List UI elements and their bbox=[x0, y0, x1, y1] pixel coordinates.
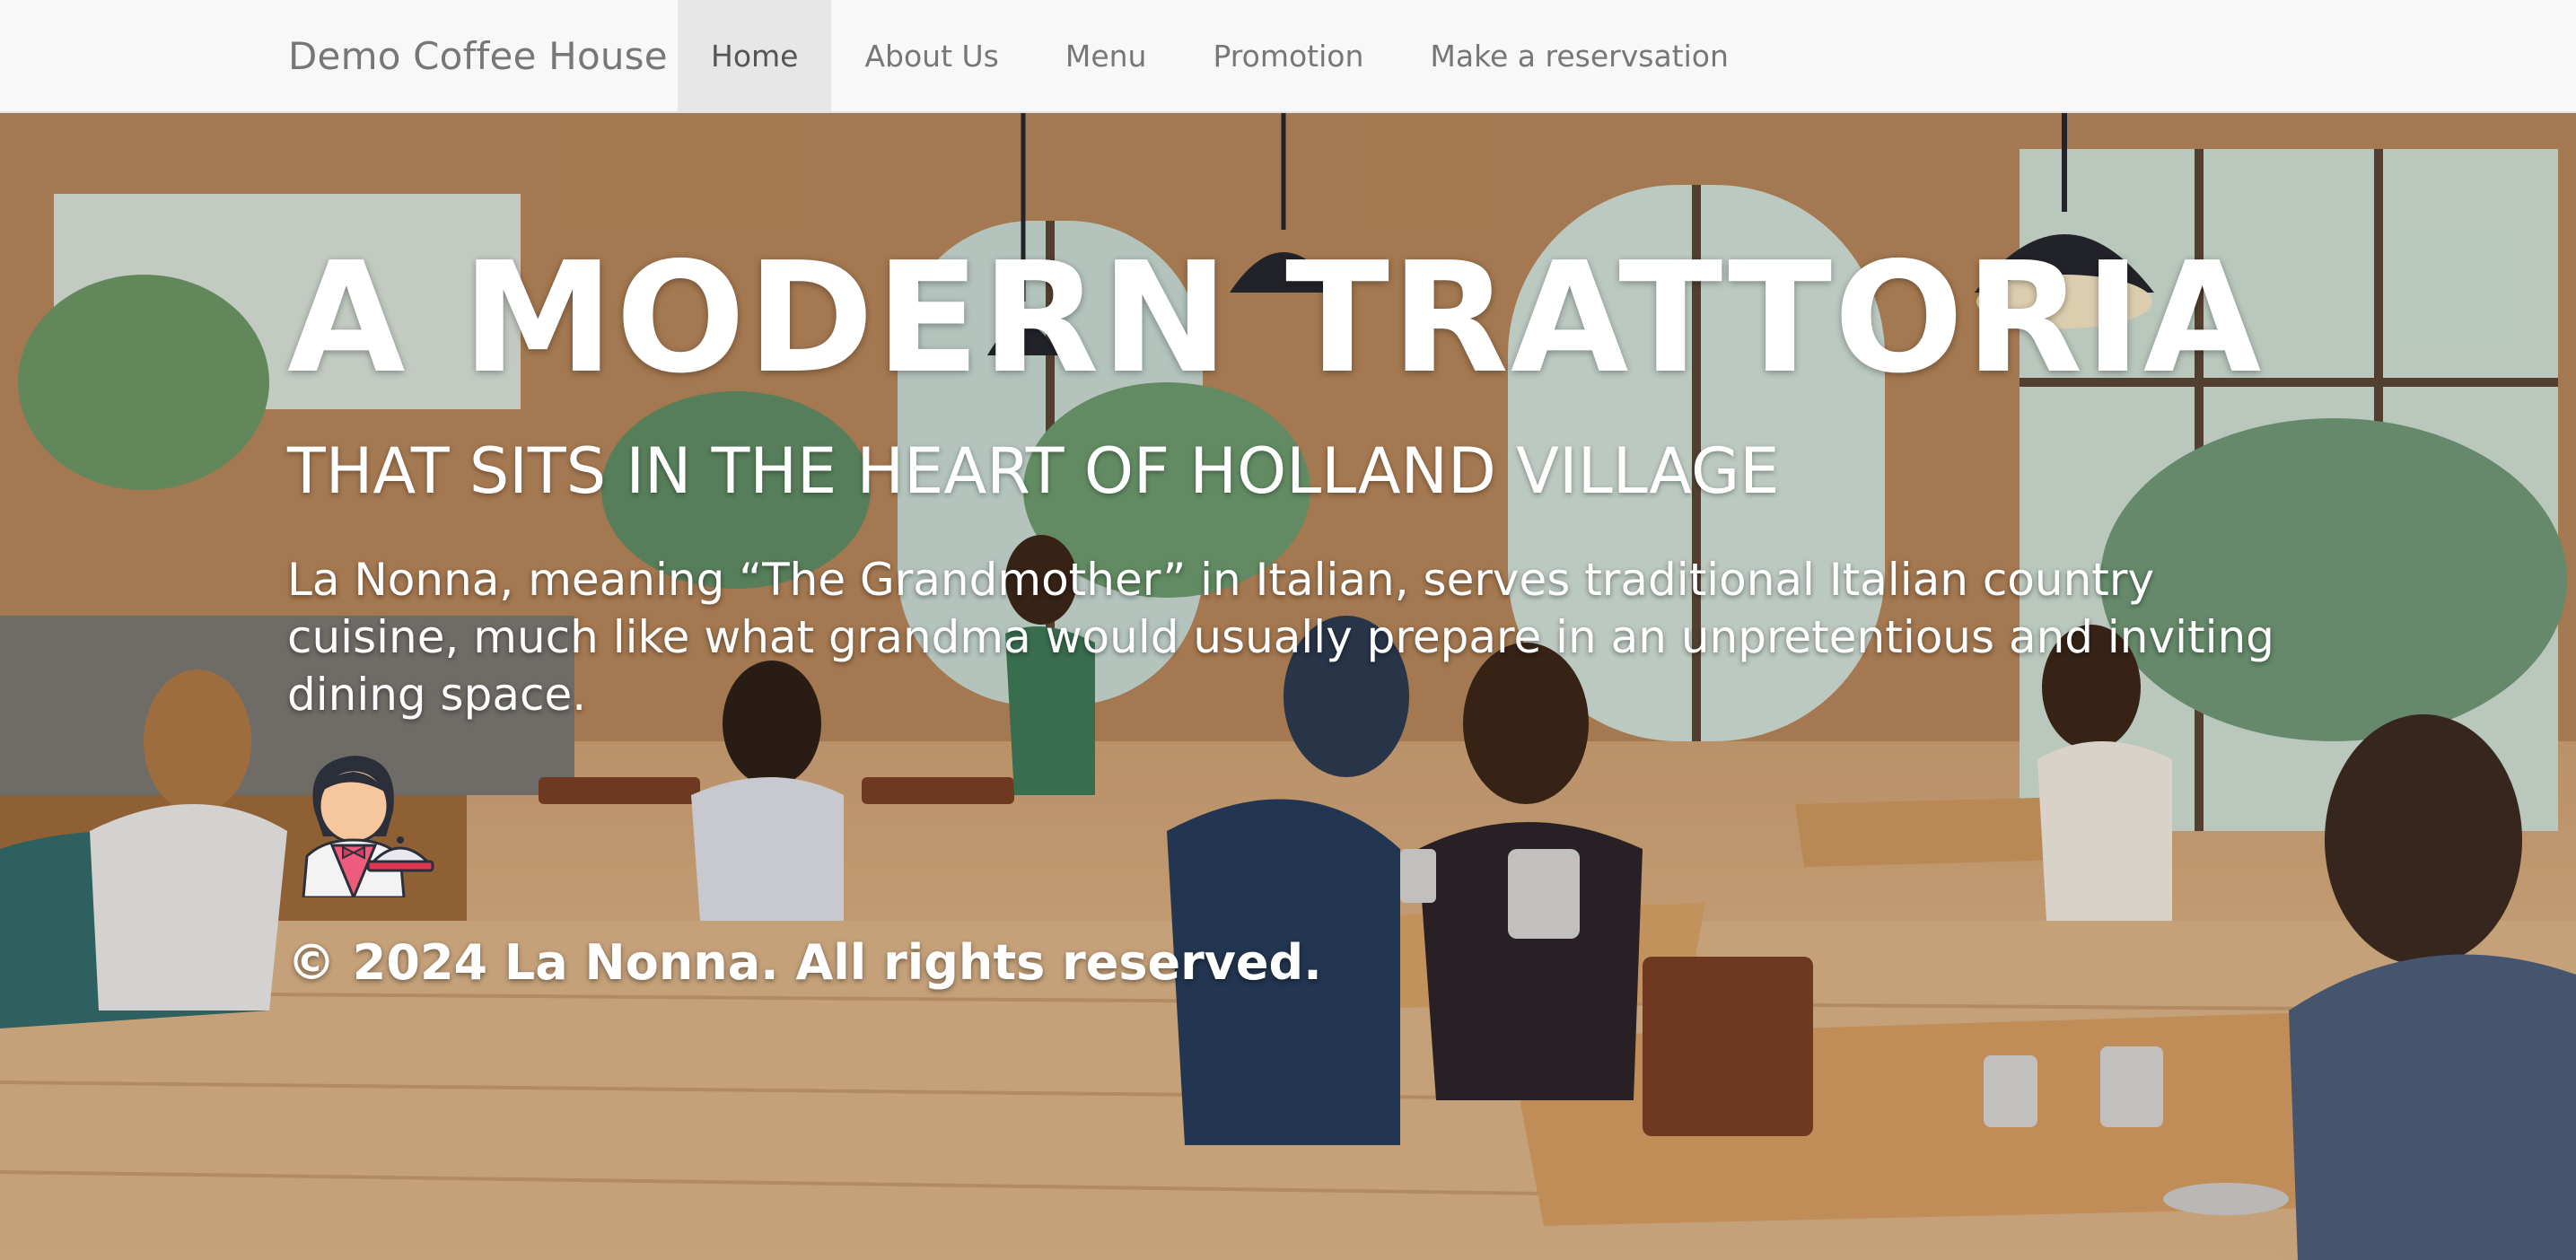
hero-subtitle: THAT SITS IN THE HEART OF HOLLAND VILLAG… bbox=[287, 434, 1780, 508]
hero-description: La Nonna, meaning “The Grandmother” in I… bbox=[287, 554, 2274, 721]
hero-title: A MODERN TRATTORIA bbox=[287, 230, 2264, 407]
nav-item-promotion[interactable]: Promotion bbox=[1179, 0, 1397, 111]
hero-section: A MODERN TRATTORIA THAT SITS IN THE HEAR… bbox=[0, 113, 2576, 1260]
nav-menu: Home About Us Menu Promotion Make a rese… bbox=[678, 0, 1762, 111]
nav-item-home[interactable]: Home bbox=[678, 0, 832, 111]
nav-item-menu[interactable]: Menu bbox=[1032, 0, 1180, 111]
nav-item-reservation[interactable]: Make a reservsation bbox=[1397, 0, 1762, 111]
waiter-icon bbox=[302, 756, 434, 897]
copyright-text: © 2024 La Nonna. All rights reserved. bbox=[287, 934, 1322, 991]
brand-link[interactable]: Demo Coffee House bbox=[288, 0, 668, 111]
nav-item-about-us[interactable]: About Us bbox=[831, 0, 1031, 111]
top-navbar: Demo Coffee House Home About Us Menu Pro… bbox=[0, 0, 2576, 113]
